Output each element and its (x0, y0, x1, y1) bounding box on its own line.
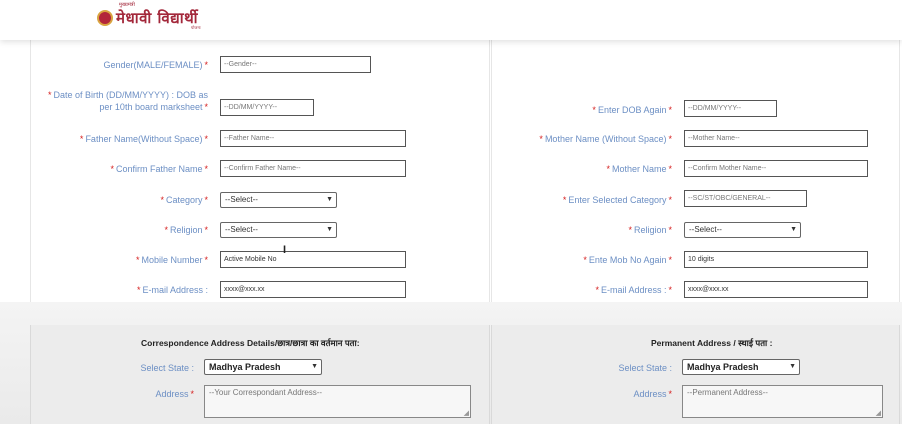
logo-bottom-text: योजना (191, 25, 201, 30)
correspondence-address-textarea[interactable]: --Your Correspondant Address-- ◢ (204, 385, 471, 418)
permanent-state-label: Select State : (618, 363, 672, 373)
chevron-down-icon: ▼ (326, 196, 333, 203)
permanent-address-placeholder: --Permanent Address-- (687, 388, 768, 397)
dob-again-label: * Enter DOB Again * (592, 105, 672, 115)
text-cursor-icon: I (283, 244, 287, 256)
site-logo[interactable]: मुख्यमंत्री मेधावी विद्यार्थी योजना (97, 2, 201, 30)
father-name-label: * Father Name(Without Space) * (79, 134, 208, 144)
confirm-mother-name-input[interactable]: --Confirm Mother Name-- (684, 160, 868, 177)
emblem-icon (97, 10, 113, 26)
religion-right-label: * Religion * (628, 225, 672, 235)
mother-name-label: * Mother Name (Without Space) * (539, 134, 672, 144)
dob-input[interactable]: --DD/MM/YYYY-- (220, 99, 314, 116)
mobile-again-label: * Ente Mob No Again * (583, 255, 672, 265)
email-right-label: * E-mail Address : * (595, 285, 672, 295)
mobile-number-input[interactable]: Active Mobile No (220, 251, 406, 268)
dob-again-input[interactable]: --DD/MM/YYYY-- (684, 100, 777, 117)
mobile-again-input[interactable]: 10 digits (684, 251, 868, 268)
permanent-state-select[interactable]: Madhya Pradesh ▼ (682, 359, 800, 375)
email-right-input[interactable]: xxxx@xxx.xx (684, 281, 868, 298)
religion-label: * Religion * (164, 225, 208, 235)
religion-select[interactable]: --Select-- ▼ (220, 222, 337, 238)
logo-top-text: मुख्यमंत्री (119, 2, 135, 8)
correspondence-address-placeholder: --Your Correspondant Address-- (209, 388, 323, 397)
selected-category-label: * Enter Selected Category * (562, 195, 672, 205)
mother-name-input[interactable]: --Mother Name-- (684, 130, 868, 147)
site-header: मुख्यमंत्री मेधावी विद्यार्थी योजना (0, 0, 902, 40)
gender-label: Gender(MALE/FEMALE) * (103, 60, 208, 70)
chevron-down-icon: ▼ (311, 363, 318, 370)
religion-right-select[interactable]: --Select-- ▼ (684, 222, 801, 238)
permanent-address-textarea[interactable]: --Permanent Address-- ◢ (682, 385, 883, 418)
permanent-address-label: Address * (633, 389, 672, 399)
father-name-input[interactable]: --Father Name-- (220, 130, 406, 147)
chevron-down-icon: ▼ (326, 226, 333, 233)
category-label: * Category * (160, 195, 208, 205)
category-select[interactable]: --Select-- ▼ (220, 192, 337, 208)
resize-grip-icon[interactable]: ◢ (876, 409, 881, 417)
chevron-down-icon: ▼ (790, 226, 797, 233)
resize-grip-icon[interactable]: ◢ (464, 409, 469, 417)
logo-text: मेधावी विद्यार्थी (116, 9, 199, 27)
email-input[interactable]: xxxx@xxx.xx (220, 281, 406, 298)
chevron-down-icon: ▼ (789, 363, 796, 370)
correspondence-address-title: Correspondence Address Details/छात्र/छात… (141, 338, 360, 348)
correspondence-state-label: Select State : (140, 363, 194, 373)
selected-category-input[interactable]: --SC/ST/OBC/GENERAL-- (684, 190, 807, 207)
confirm-mother-name-label: * Mother Name * (606, 164, 672, 174)
confirm-father-name-label: * Confirm Father Name * (110, 164, 208, 174)
permanent-address-title: Permanent Address / स्थाई पता : (651, 338, 773, 348)
mobile-number-label: * Mobile Number * (135, 255, 208, 265)
correspondence-address-label: Address * (155, 389, 194, 399)
dob-label: * Date of Birth (DD/MM/YYYY) : DOB as per… (47, 90, 208, 112)
confirm-father-name-input[interactable]: --Confirm Father Name-- (220, 160, 406, 177)
email-label: * E-mail Address : (136, 285, 208, 295)
correspondence-state-select[interactable]: Madhya Pradesh ▼ (204, 359, 322, 375)
gender-field[interactable]: --Gender-- (220, 56, 371, 73)
